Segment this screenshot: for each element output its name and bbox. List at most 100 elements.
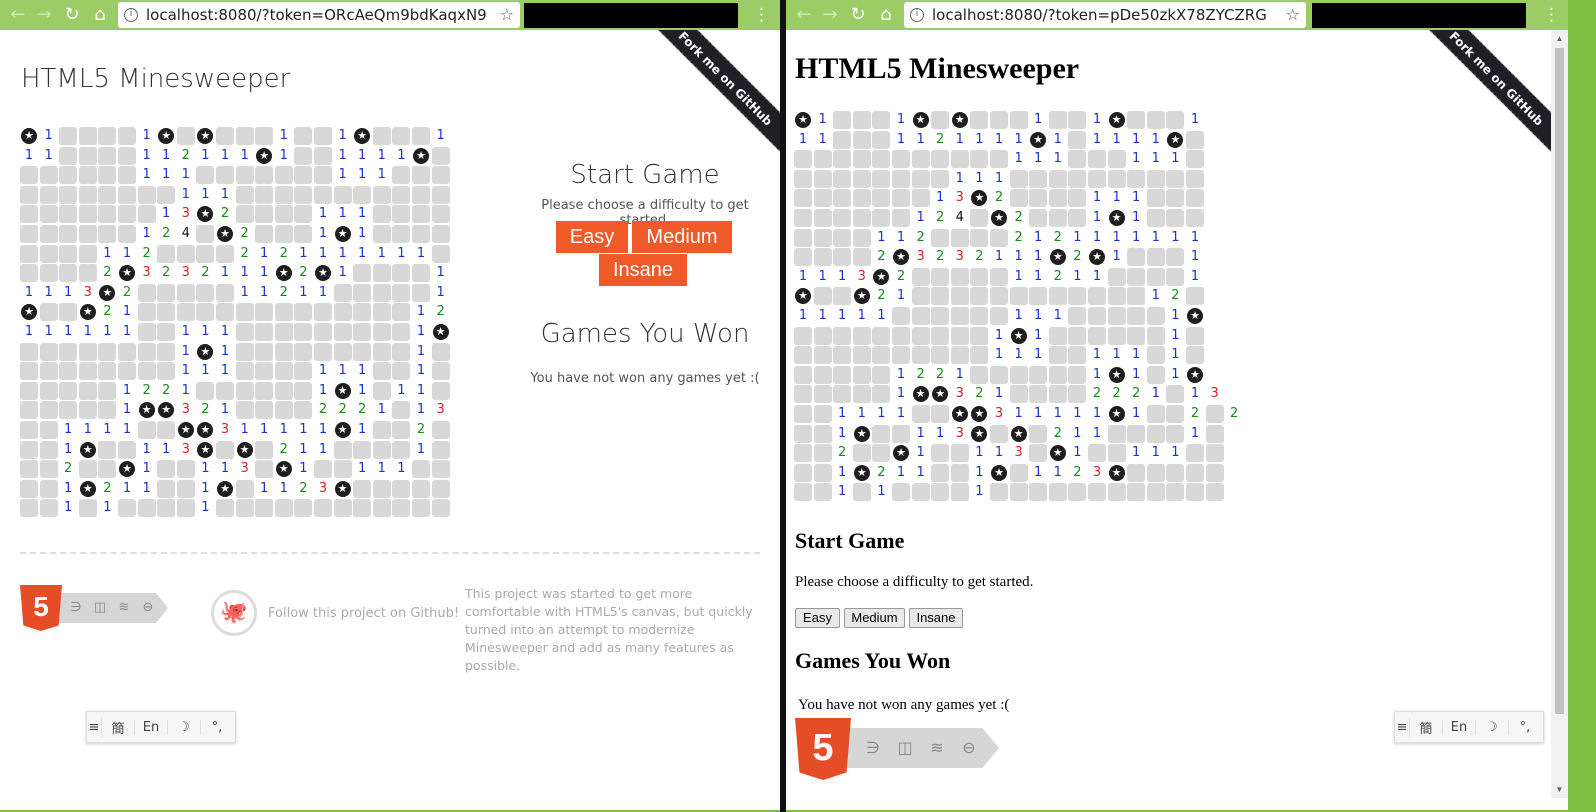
- covered-cell[interactable]: [314, 146, 332, 165]
- covered-cell[interactable]: [98, 146, 117, 165]
- covered-cell[interactable]: [950, 326, 969, 345]
- covered-cell[interactable]: [833, 385, 852, 404]
- number-cell[interactable]: 1: [1029, 268, 1047, 286]
- mine-cell[interactable]: [990, 209, 1008, 227]
- number-cell[interactable]: 2: [196, 401, 214, 419]
- covered-cell[interactable]: [157, 283, 176, 302]
- address-bar[interactable]: i localhost:8080/?token=pDe50zkX78ZYCZRG…: [904, 2, 1306, 28]
- covered-cell[interactable]: [794, 326, 812, 345]
- number-cell[interactable]: 1: [1166, 229, 1184, 247]
- number-cell[interactable]: 2: [1068, 248, 1086, 266]
- mine-cell[interactable]: [853, 464, 871, 482]
- number-cell[interactable]: 1: [1049, 405, 1067, 423]
- covered-cell[interactable]: [20, 225, 38, 243]
- covered-cell[interactable]: [970, 365, 989, 384]
- covered-cell[interactable]: [314, 499, 332, 518]
- number-cell[interactable]: 1: [912, 131, 930, 149]
- covered-cell[interactable]: [59, 342, 78, 361]
- number-cell[interactable]: 1: [138, 441, 156, 459]
- covered-cell[interactable]: [20, 205, 38, 224]
- number-cell[interactable]: 3: [314, 480, 332, 498]
- covered-cell[interactable]: [892, 483, 910, 502]
- number-cell[interactable]: 1: [814, 307, 832, 325]
- number-cell[interactable]: 1: [79, 421, 97, 439]
- covered-cell[interactable]: [78, 205, 97, 224]
- number-cell[interactable]: 1: [814, 131, 832, 149]
- number-cell[interactable]: 2: [353, 401, 371, 419]
- covered-cell[interactable]: [1068, 130, 1087, 149]
- covered-cell[interactable]: [852, 209, 871, 227]
- covered-cell[interactable]: [1029, 385, 1048, 404]
- covered-cell[interactable]: [872, 444, 891, 463]
- covered-cell[interactable]: [1186, 169, 1204, 188]
- covered-cell[interactable]: [372, 264, 391, 283]
- number-cell[interactable]: 2: [98, 264, 116, 282]
- address-bar[interactable]: i localhost:8080/?token=ORcAeQm9bdKaqxN9…: [118, 2, 520, 28]
- covered-cell[interactable]: [431, 342, 450, 361]
- covered-cell[interactable]: [1166, 483, 1185, 502]
- covered-cell[interactable]: [970, 326, 989, 345]
- covered-cell[interactable]: [1107, 483, 1126, 502]
- covered-cell[interactable]: [216, 303, 234, 322]
- number-cell[interactable]: 2: [872, 248, 890, 266]
- covered-cell[interactable]: [255, 401, 274, 420]
- covered-cell[interactable]: [1205, 424, 1224, 443]
- covered-cell[interactable]: [392, 264, 411, 283]
- covered-cell[interactable]: [931, 483, 950, 502]
- covered-cell[interactable]: [1205, 463, 1224, 482]
- covered-cell[interactable]: [137, 421, 156, 439]
- number-cell[interactable]: 2: [931, 366, 949, 384]
- number-cell[interactable]: 1: [1166, 346, 1184, 364]
- covered-cell[interactable]: [372, 479, 391, 498]
- covered-cell[interactable]: [98, 440, 117, 459]
- covered-cell[interactable]: [1068, 169, 1087, 188]
- covered-cell[interactable]: [78, 166, 97, 185]
- covered-cell[interactable]: [372, 342, 391, 361]
- number-cell[interactable]: 1: [412, 343, 430, 361]
- covered-cell[interactable]: [216, 127, 234, 145]
- number-cell[interactable]: 3: [79, 284, 97, 302]
- covered-cell[interactable]: [98, 185, 117, 204]
- covered-cell[interactable]: [1186, 444, 1204, 463]
- covered-cell[interactable]: [872, 209, 891, 227]
- number-cell[interactable]: 3: [177, 441, 195, 459]
- covered-cell[interactable]: [1068, 150, 1087, 169]
- number-cell[interactable]: 3: [432, 401, 450, 419]
- covered-cell[interactable]: [1146, 209, 1165, 227]
- covered-cell[interactable]: [931, 326, 950, 345]
- number-cell[interactable]: 1: [314, 245, 332, 263]
- covered-cell[interactable]: [78, 342, 97, 361]
- ime-chinese-icon[interactable]: 簡: [101, 717, 134, 737]
- covered-cell[interactable]: [314, 342, 332, 361]
- covered-cell[interactable]: [118, 205, 136, 224]
- covered-cell[interactable]: [1205, 405, 1224, 423]
- number-cell[interactable]: 1: [970, 444, 988, 462]
- number-cell[interactable]: 1: [1029, 111, 1047, 129]
- vertical-scrollbar[interactable]: ▲ ▼: [1551, 30, 1568, 798]
- covered-cell[interactable]: [235, 185, 254, 204]
- bookmark-star-icon[interactable]: ☆: [1286, 5, 1300, 24]
- covered-cell[interactable]: [412, 205, 430, 224]
- number-cell[interactable]: 1: [314, 441, 332, 459]
- covered-cell[interactable]: [294, 146, 313, 165]
- covered-cell[interactable]: [235, 401, 254, 420]
- covered-cell[interactable]: [872, 424, 891, 443]
- covered-cell[interactable]: [235, 479, 254, 498]
- number-cell[interactable]: 1: [853, 307, 871, 325]
- number-cell[interactable]: 1: [1127, 209, 1145, 227]
- number-cell[interactable]: 3: [1010, 444, 1028, 462]
- covered-cell[interactable]: [98, 166, 117, 185]
- number-cell[interactable]: 1: [990, 327, 1008, 345]
- ime-lang-button[interactable]: En: [1442, 719, 1475, 735]
- covered-cell[interactable]: [78, 362, 97, 381]
- number-cell[interactable]: 2: [970, 385, 988, 403]
- covered-cell[interactable]: [392, 342, 411, 361]
- number-cell[interactable]: 1: [392, 245, 410, 263]
- mine-cell[interactable]: [1108, 464, 1126, 482]
- number-cell[interactable]: 1: [1029, 229, 1047, 247]
- number-cell[interactable]: 1: [314, 362, 332, 380]
- covered-cell[interactable]: [852, 385, 871, 404]
- number-cell[interactable]: 1: [373, 460, 391, 478]
- covered-cell[interactable]: [1088, 150, 1106, 169]
- covered-cell[interactable]: [196, 283, 215, 302]
